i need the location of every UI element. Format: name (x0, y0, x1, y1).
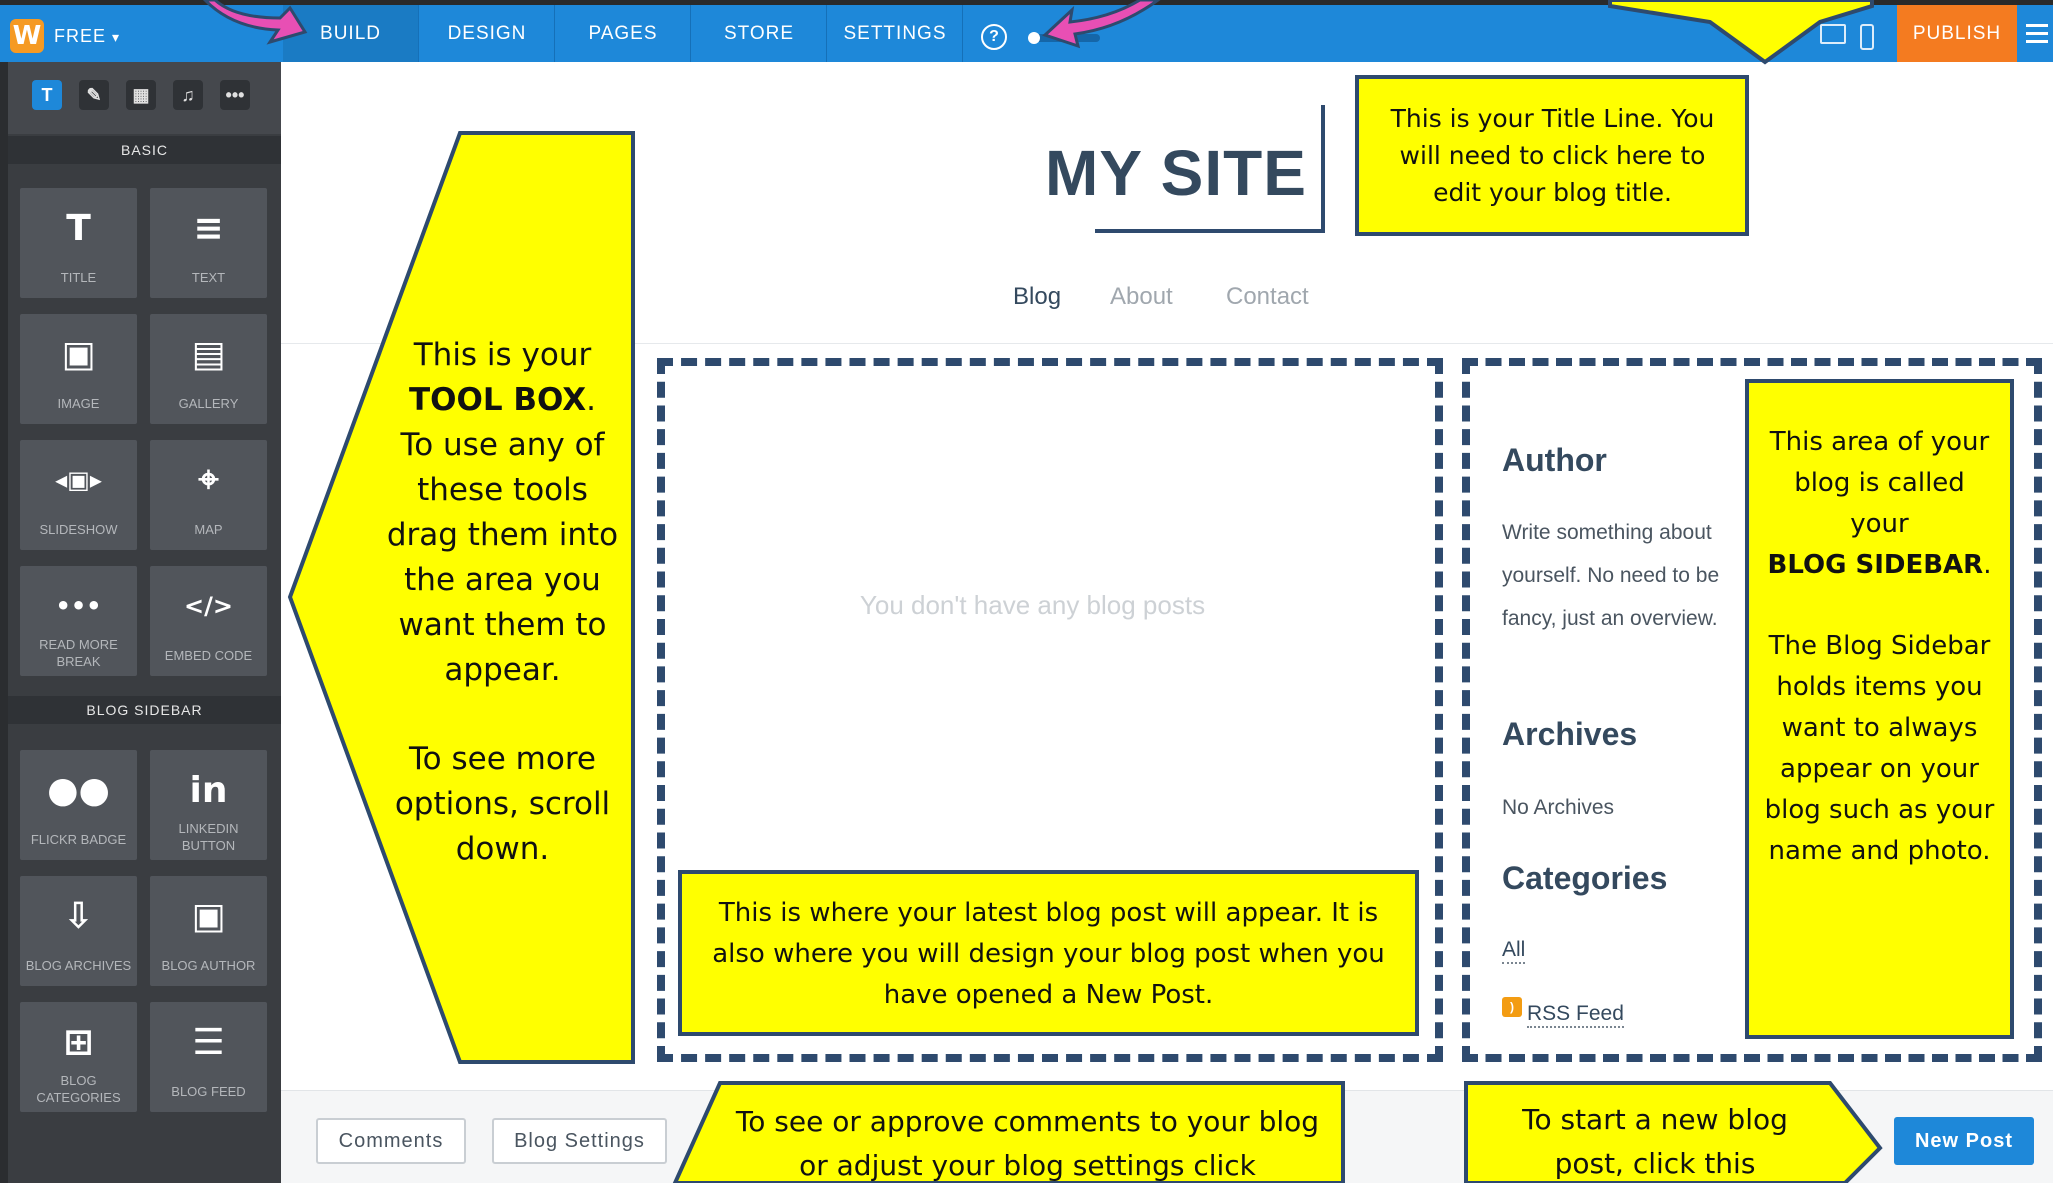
text-tools-icon[interactable]: T (32, 80, 62, 110)
categories-heading: Categories (1502, 860, 1668, 896)
layout-icon[interactable]: ▦ (126, 80, 156, 110)
linkedin-button-icon: in (189, 769, 228, 811)
toolbox-line-1: This is your (413, 337, 592, 373)
weebly-w-icon: W (10, 19, 44, 53)
map-icon: ⌖ (198, 459, 219, 500)
rss-feed-link[interactable]: RSS Feed (1527, 1002, 1624, 1028)
embed-code-icon: </> (184, 592, 233, 620)
basic-tile-slideshow[interactable]: ◂▣▸ SLIDESHOW (20, 440, 137, 550)
music-icon[interactable]: ♫ (173, 80, 203, 110)
tile-label: BLOG FEED (171, 1084, 246, 1099)
blog-tile-blog-author[interactable]: ▣ BLOG AUTHOR (150, 876, 267, 986)
nav-blog[interactable]: Blog (1013, 283, 1061, 311)
section-basic: BASIC (8, 136, 281, 164)
sidebar-line-2: The Blog Sidebar holds items you want to… (1764, 631, 1995, 866)
gallery-icon: ▤ (191, 333, 226, 375)
weebly-logo[interactable]: W FREE ▾ (10, 10, 120, 62)
comments-button[interactable]: Comments (316, 1118, 466, 1164)
toolbox-bold: TOOL BOX (408, 382, 587, 418)
sidebar-line-1: This area of your blog is called your (1769, 427, 1990, 539)
zoom-slider-handle[interactable] (1028, 32, 1040, 44)
read-more-break-icon: ••• (55, 592, 102, 620)
site-title[interactable]: MY SITE (1045, 136, 1307, 210)
flickr-badge-icon: ●● (47, 769, 110, 811)
tab-build[interactable]: BUILD (283, 5, 419, 62)
sidebar-bold: BLOG SIDEBAR (1767, 550, 1984, 580)
more-icon[interactable]: ••• (220, 80, 250, 110)
blog-archives-icon: ⇩ (63, 895, 94, 937)
basic-tile-gallery[interactable]: ▤ GALLERY (150, 314, 267, 424)
publish-button[interactable]: PUBLISH (1897, 5, 2017, 62)
desktop-icon[interactable] (1820, 24, 1846, 44)
text-icon: ≡ (193, 207, 224, 249)
blog-feed-icon: ☰ (192, 1021, 225, 1063)
plan-dropdown[interactable]: FREE ▾ (54, 26, 120, 47)
blog-author-icon: ▣ (191, 895, 226, 937)
nav-contact[interactable]: Contact (1226, 283, 1309, 311)
tile-label: LINKEDIN BUTTON (178, 821, 239, 853)
chevron-down-icon: ▾ (112, 28, 121, 45)
nav-about[interactable]: About (1110, 283, 1173, 311)
blog-sidebar-callout-text: This area of your blog is called your BL… (1762, 422, 1997, 872)
basic-tile-embed-code[interactable]: </> EMBED CODE (150, 566, 267, 676)
basic-tile-image[interactable]: ▣ IMAGE (20, 314, 137, 424)
toolbox-line-3: To see more options, scroll down. (394, 741, 611, 867)
hamburger-menu-icon[interactable] (2026, 24, 2048, 48)
title-line-callout-text: This is your Title Line. You will need t… (1390, 104, 1715, 207)
tile-label: BLOG CATEGORIES (36, 1073, 121, 1105)
archives-heading: Archives (1502, 716, 1638, 752)
tile-label: GALLERY (178, 396, 239, 411)
tab-design[interactable]: DESIGN (420, 5, 555, 62)
help-icon[interactable]: ? (981, 24, 1007, 50)
plan-label: FREE (54, 25, 107, 46)
new-post-tip-text: To start a new blog post, click this (1522, 1103, 1788, 1180)
tile-label: READ MORE BREAK (39, 637, 118, 669)
basic-tile-map[interactable]: ⌖ MAP (150, 440, 267, 550)
slideshow-icon: ◂▣▸ (55, 466, 102, 494)
basic-tile-title[interactable]: T TITLE (20, 188, 137, 298)
blog-tile-blog-categories[interactable]: ⊞ BLOG CATEGORIES (20, 1002, 137, 1112)
tile-label: SLIDESHOW (39, 522, 118, 537)
tile-label: FLICKR BADGE (30, 832, 127, 847)
tile-label: EMBED CODE (164, 648, 253, 663)
author-heading[interactable]: Author (1502, 442, 1607, 479)
zoom-slider[interactable] (1030, 34, 1100, 42)
mobile-icon[interactable] (1860, 24, 1874, 50)
tile-label: IMAGE (57, 396, 100, 411)
archives-text: No Archives (1502, 796, 1615, 819)
category-all-link[interactable]: All (1502, 938, 1526, 964)
basic-tile-text[interactable]: ≡ TEXT (150, 188, 267, 298)
tile-label: MAP (194, 522, 223, 537)
blog-tile-blog-feed[interactable]: ☰ BLOG FEED (150, 1002, 267, 1112)
blog-tile-blog-archives[interactable]: ⇩ BLOG ARCHIVES (20, 876, 137, 986)
device-toggle (1820, 24, 1874, 50)
blog-categories-icon: ⊞ (63, 1021, 94, 1063)
rss-icon: ) (1502, 997, 1522, 1017)
title-icon: T (66, 207, 91, 249)
comments-tip-text: To see or approve comments to your blog … (735, 1105, 1320, 1182)
image-icon: ▣ (61, 333, 96, 375)
blog-settings-button[interactable]: Blog Settings (492, 1118, 667, 1164)
toolbox-line-2: To use any of these tools drag them into… (386, 427, 619, 688)
toolbox-callout-text: This is your TOOL BOX. To use any of the… (385, 333, 620, 872)
tile-label: TITLE (60, 270, 97, 285)
blog-tile-linkedin-button[interactable]: in LINKEDIN BUTTON (150, 750, 267, 860)
tile-label: BLOG AUTHOR (161, 958, 256, 973)
author-text[interactable]: Write something about yourself. No need … (1502, 511, 1732, 640)
tab-settings[interactable]: SETTINGS (828, 5, 963, 62)
section-blog-sidebar: BLOG SIDEBAR (8, 696, 281, 724)
tool-strip: T ✎ ▦ ♫ ••• (8, 62, 281, 134)
pencil-icon[interactable]: ✎ (79, 80, 109, 110)
no-posts-message: You don't have any blog posts (859, 590, 1206, 620)
tile-label: TEXT (191, 270, 226, 285)
latest-post-callout-text: This is where your latest blog post will… (712, 898, 1385, 1010)
basic-tile-read-more-break[interactable]: ••• READ MORE BREAK (20, 566, 137, 676)
blog-tile-flickr-badge[interactable]: ●● FLICKR BADGE (20, 750, 137, 860)
tab-store[interactable]: STORE (692, 5, 827, 62)
tile-label: BLOG ARCHIVES (25, 958, 132, 973)
new-post-button[interactable]: New Post (1894, 1117, 2034, 1165)
tab-pages[interactable]: PAGES (556, 5, 691, 62)
